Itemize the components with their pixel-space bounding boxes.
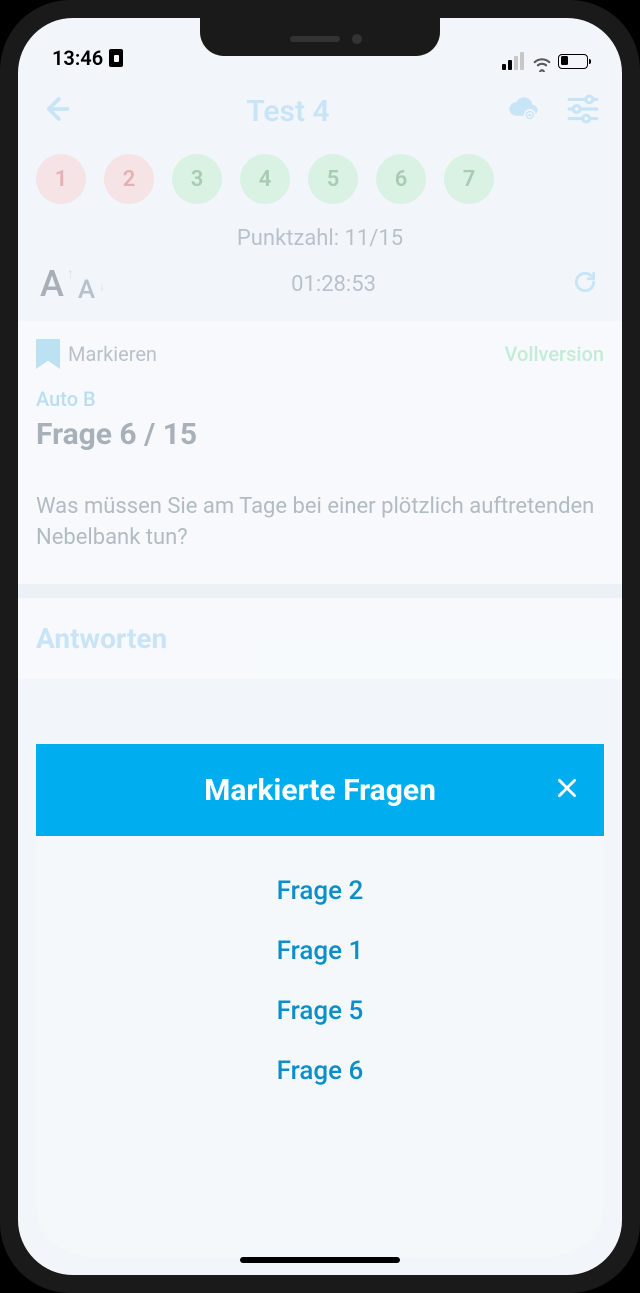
score-label: Punktzahl: 11/15 (18, 214, 622, 257)
marked-question-item[interactable]: Frage 6 (277, 1056, 364, 1086)
full-version-link[interactable]: Vollversion (505, 342, 604, 366)
marked-questions-list: Frage 2 Frage 1 Frage 5 Frage 6 (36, 836, 604, 1086)
question-category: Auto B (36, 387, 604, 417)
wifi-icon (531, 53, 551, 69)
question-pill-7[interactable]: 7 (444, 154, 494, 204)
back-button[interactable] (40, 94, 70, 128)
question-pill-3[interactable]: 3 (172, 154, 222, 204)
question-counter: Frage 6 / 15 (36, 417, 604, 492)
bookmark-icon (36, 339, 60, 369)
cloud-sync-icon[interactable] (506, 92, 540, 130)
increase-font-button[interactable]: A (40, 263, 64, 305)
sheet-header: Markierte Fragen (36, 744, 604, 836)
cellular-signal-icon (502, 52, 524, 70)
sim-icon (109, 49, 123, 67)
question-pill-5[interactable]: 5 (308, 154, 358, 204)
question-text: Was müssen Sie am Tage bei einer plötzli… (36, 492, 604, 554)
notch (200, 18, 440, 56)
reload-button[interactable] (572, 269, 598, 299)
screen: 13:46 Test 4 (18, 18, 622, 1275)
home-indicator[interactable] (240, 1257, 400, 1263)
answers-card: Antworten (18, 598, 622, 679)
bookmark-button[interactable]: Markieren (36, 339, 157, 369)
page-title: Test 4 (246, 94, 329, 129)
marked-question-item[interactable]: Frage 1 (277, 936, 364, 966)
sheet-title: Markierte Fragen (204, 773, 436, 808)
battery-icon (558, 54, 588, 69)
timer-display: 01:28:53 (291, 272, 376, 297)
status-time: 13:46 (52, 46, 103, 70)
app-header: Test 4 (18, 74, 622, 144)
question-card: Markieren Vollversion Auto B Frage 6 / 1… (18, 321, 622, 584)
question-pill-4[interactable]: 4 (240, 154, 290, 204)
answers-heading: Antworten (36, 622, 604, 655)
decrease-font-button[interactable]: A (78, 275, 95, 305)
marked-question-item[interactable]: Frage 2 (277, 876, 364, 906)
settings-sliders-icon[interactable] (566, 92, 600, 130)
question-numbers-row[interactable]: 1 2 3 4 5 6 7 (18, 144, 622, 214)
question-pill-2[interactable]: 2 (104, 154, 154, 204)
section-divider (18, 584, 622, 598)
phone-frame: 13:46 Test 4 (0, 0, 640, 1293)
close-button[interactable] (554, 771, 580, 809)
marked-question-item[interactable]: Frage 5 (277, 996, 364, 1026)
question-pill-1[interactable]: 1 (36, 154, 86, 204)
bookmark-label: Markieren (68, 342, 157, 366)
question-pill-6[interactable]: 6 (376, 154, 426, 204)
marked-questions-sheet: Markierte Fragen Frage 2 Frage 1 Frage 5… (36, 744, 604, 1257)
